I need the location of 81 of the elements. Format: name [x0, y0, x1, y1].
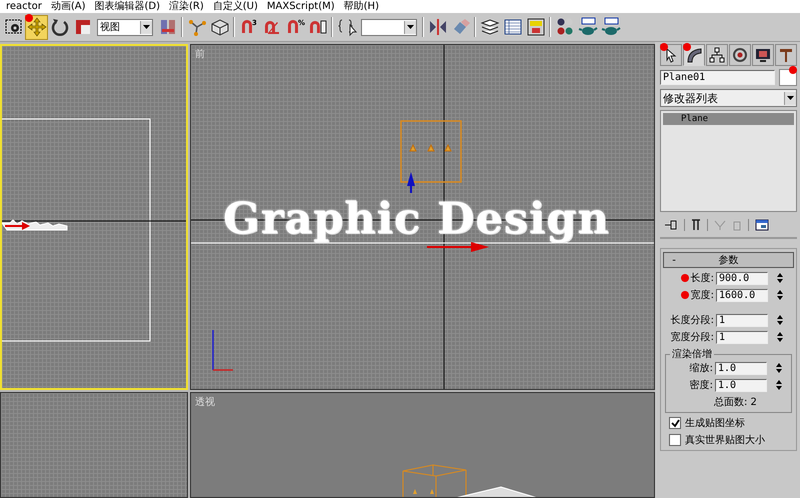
parameter-label: 宽度:: [690, 288, 714, 302]
toolbar-dropdown[interactable]: [361, 18, 417, 36]
named-icon: [336, 17, 356, 37]
color-swatch[interactable]: [779, 69, 797, 86]
checkbox[interactable]: [669, 417, 681, 429]
checkbox-option[interactable]: 生成贴图坐标: [663, 416, 794, 430]
group-title: 渲染倍增: [671, 348, 713, 361]
dropdown-arrow-icon: [407, 25, 414, 29]
dropdown-arrow-icon: [143, 25, 150, 29]
display-tab[interactable]: [752, 44, 774, 66]
checkbox-option[interactable]: 真实世界贴图大小: [663, 433, 794, 447]
modifier-list-dropdown[interactable]: 修改器列表: [660, 89, 797, 107]
pin-icon[interactable]: [664, 219, 678, 231]
spinner-arrows-icon[interactable]: [776, 314, 784, 326]
create-tab[interactable]: [660, 44, 682, 66]
collapse-toggle[interactable]: -: [664, 254, 684, 266]
toolbar-dropdown[interactable]: 视图: [97, 18, 153, 36]
menu-item[interactable]: 渲染(R): [169, 0, 204, 13]
spinner-field[interactable]: 1: [716, 314, 768, 326]
dropdown-arrow-icon: [787, 96, 794, 100]
spinner-field[interactable]: 1.0: [715, 378, 767, 392]
menu-item[interactable]: reactor: [6, 0, 42, 13]
spinner-field[interactable]: 1600.0: [716, 288, 768, 302]
mirror-icon: [428, 17, 448, 37]
wireframe-box-drawing: [402, 464, 466, 497]
viewport[interactable]: [0, 392, 188, 498]
spinner-arrows-icon[interactable]: [776, 289, 784, 301]
stack-item[interactable]: Plane: [663, 113, 794, 125]
spinner-arrows-icon[interactable]: [776, 331, 784, 343]
display-icon: [755, 47, 771, 63]
spinner-field[interactable]: 900.0: [716, 272, 768, 284]
x-axis-arrow: [5, 222, 30, 230]
rollout-title: 参数: [718, 254, 740, 267]
trash-icon: [732, 219, 742, 231]
hierarchy-icon: [709, 47, 725, 63]
menu-item[interactable]: 自定义(U): [212, 0, 258, 13]
spinner-arrows-icon[interactable]: [775, 362, 783, 374]
parameter-label: 长度分段:: [670, 314, 714, 327]
grid-icon: [502, 17, 522, 37]
x-axis-arrow: [427, 242, 489, 252]
object-name-field[interactable]: Plane01: [660, 70, 775, 85]
motion-tab[interactable]: [729, 44, 751, 66]
text-mesh-drawing: [2, 219, 68, 230]
cube-icon: [210, 17, 230, 37]
move-tool-button[interactable]: [25, 14, 48, 40]
teapot-icon: [578, 17, 598, 37]
motion-icon: [732, 47, 748, 63]
parameter-label: 长度:: [690, 272, 714, 285]
menu-item[interactable]: 图表编辑器(D): [94, 0, 160, 13]
teapot-icon: [600, 17, 620, 37]
checkbox[interactable]: [669, 434, 681, 446]
menu-item[interactable]: 动画(A): [50, 0, 86, 13]
schematic-icon: [526, 17, 546, 37]
axis-tripod-icon: [212, 330, 233, 371]
rollout-header[interactable]: - 参数: [663, 252, 794, 268]
total-faces-text: 总面数: 2: [713, 396, 758, 409]
spinner-field[interactable]: 1: [716, 330, 768, 344]
z-axis-arrow: [407, 172, 415, 193]
hierarchy-tab[interactable]: [706, 44, 728, 66]
rotate-icon: [50, 17, 70, 37]
configure-icon[interactable]: [755, 219, 769, 231]
bars-icon[interactable]: [691, 219, 701, 231]
spheres-icon: [554, 17, 574, 37]
parameter-label: 宽度分段:: [670, 330, 714, 344]
modify-tab[interactable]: [683, 44, 705, 66]
fork-icon: [714, 219, 726, 231]
layers-icon: [480, 17, 500, 37]
spinner-field[interactable]: 1.0: [715, 362, 767, 374]
utilities-tab[interactable]: [775, 44, 797, 66]
spinner-arrows-icon[interactable]: [775, 379, 783, 391]
parameter-label: 密度:: [690, 378, 713, 392]
spinner-arrows-icon[interactable]: [776, 272, 784, 284]
menu-item[interactable]: 帮助(H): [344, 0, 379, 13]
selection-box-drawing: [400, 120, 462, 183]
manipulate-icon: [186, 17, 206, 37]
utilities-icon: [778, 47, 794, 63]
parameter-label: 缩放:: [690, 362, 713, 375]
checkmark-icon: [670, 418, 680, 428]
modify-icon: [686, 47, 702, 63]
move-icon: [26, 17, 46, 37]
menu-item[interactable]: MAXScript(M): [266, 0, 335, 13]
